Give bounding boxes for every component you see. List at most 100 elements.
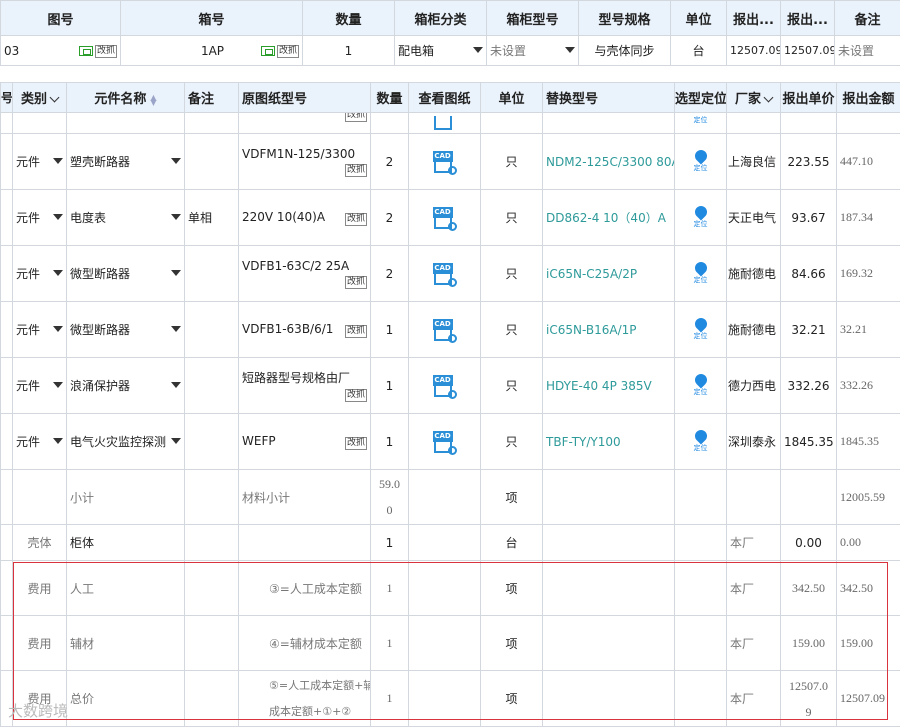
qty-cell[interactable]: 1 bbox=[371, 302, 409, 358]
replace-model-cell[interactable]: HDYE-40 4P 385V bbox=[543, 358, 675, 414]
edit-button[interactable]: 改抓 bbox=[277, 45, 299, 58]
view-drawing-cell[interactable]: CAD bbox=[409, 302, 481, 358]
table-row[interactable]: 元件浪涌保护器短路器型号规格由厂改抓1CAD只HDYE-40 4P 385V定位… bbox=[1, 358, 900, 414]
chevron-down-icon[interactable] bbox=[171, 214, 181, 220]
name-select[interactable]: 电度表 bbox=[67, 190, 185, 246]
name-select[interactable]: 浪涌保护器 bbox=[67, 358, 185, 414]
table-row[interactable]: 元件电度表单相220V 10(40)A改抓2CAD只DD862-4 10（40）… bbox=[1, 190, 900, 246]
remark-cell[interactable] bbox=[185, 246, 239, 302]
locate-icon[interactable]: 定位 bbox=[694, 262, 708, 285]
spec-cell[interactable]: 与壳体同步 bbox=[579, 36, 671, 66]
locate-cell[interactable]: 定位 bbox=[675, 246, 727, 302]
view-drawing-cell[interactable]: CAD bbox=[409, 414, 481, 470]
qty-cell[interactable]: 2 bbox=[371, 190, 409, 246]
name-select[interactable]: 电气火灾监控探测 bbox=[67, 414, 185, 470]
fee-qty[interactable]: 1 bbox=[371, 616, 409, 671]
total-price[interactable]: 12507.09 bbox=[781, 671, 837, 727]
unit-price-cell[interactable]: 1845.35 bbox=[781, 414, 837, 470]
chevron-down-icon[interactable] bbox=[171, 326, 181, 332]
unit-price-cell[interactable]: 223.55 bbox=[781, 134, 837, 190]
replace-model-cell[interactable]: iC65N-C25A/2P bbox=[543, 246, 675, 302]
chevron-down-icon[interactable] bbox=[53, 382, 63, 388]
unit-price-cell[interactable]: 332.26 bbox=[781, 358, 837, 414]
query-icon[interactable] bbox=[261, 46, 275, 56]
edit-button[interactable]: 改抓 bbox=[345, 164, 367, 177]
locate-icon[interactable]: 定位 bbox=[694, 116, 708, 125]
edit-button[interactable]: 改抓 bbox=[345, 213, 367, 226]
view-drawing-cell[interactable]: CAD bbox=[409, 246, 481, 302]
category-select[interactable]: 元件 bbox=[13, 134, 67, 190]
total-row[interactable]: 费用 总价 ⑤=人工成本定额+辅材成本定额+①+② 1 项 本厂 12507.0… bbox=[1, 671, 900, 727]
fee-qty[interactable]: 1 bbox=[371, 561, 409, 616]
table-row[interactable]: 元件塑壳断路器VDFM1N-125/3300改抓2CAD只NDM2-125C/3… bbox=[1, 134, 900, 190]
replace-model-cell[interactable]: DD862-4 10（40）A bbox=[543, 190, 675, 246]
qty-cell[interactable]: 2 bbox=[371, 134, 409, 190]
locate-cell[interactable]: 定位 bbox=[675, 358, 727, 414]
cabinet-row[interactable]: 03 改抓 1AP 改抓 1 配电箱 未设置 与壳体同步 台 12507.09 … bbox=[1, 36, 900, 66]
locate-cell[interactable]: 定位 bbox=[675, 190, 727, 246]
view-drawing-cell[interactable]: CAD bbox=[409, 190, 481, 246]
edit-button[interactable]: 改抓 bbox=[345, 389, 367, 402]
category-select[interactable]: 元件 bbox=[13, 190, 67, 246]
locate-cell[interactable]: 定位 bbox=[675, 302, 727, 358]
query-icon[interactable] bbox=[79, 46, 93, 56]
shell-price[interactable]: 0.00 bbox=[781, 525, 837, 561]
locate-cell[interactable]: 定位 bbox=[675, 134, 727, 190]
shell-row[interactable]: 壳体 柜体 1 台 本厂 0.00 0.00 bbox=[1, 525, 900, 561]
cad-drawing-icon[interactable]: CAD bbox=[433, 261, 457, 287]
chevron-down-icon[interactable] bbox=[53, 438, 63, 444]
qty-cell[interactable]: 1 bbox=[371, 414, 409, 470]
drawing-no-cell[interactable]: 03 改抓 bbox=[1, 36, 121, 66]
locate-icon[interactable]: 定位 bbox=[694, 150, 708, 173]
unit-price-cell[interactable]: 32.21 bbox=[781, 302, 837, 358]
table-row[interactable]: 元件微型断路器VDFB1-63B/6/1改抓1CAD只iC65N-B16A/1P… bbox=[1, 302, 900, 358]
chevron-down-icon[interactable] bbox=[171, 382, 181, 388]
shell-qty[interactable]: 1 bbox=[371, 525, 409, 561]
category-select[interactable]: 元件 bbox=[13, 302, 67, 358]
view-drawing-cell[interactable]: CAD bbox=[409, 358, 481, 414]
fee-row-labor[interactable]: 费用 人工 ③=人工成本定额 1 项 本厂 342.50 342.50 bbox=[1, 561, 900, 616]
col-header-category[interactable]: 类别 bbox=[13, 83, 67, 113]
category-select[interactable]: 元件 bbox=[13, 414, 67, 470]
cad-drawing-icon[interactable]: CAD bbox=[433, 317, 457, 343]
remark-cell[interactable]: 单相 bbox=[185, 190, 239, 246]
cad-drawing-icon[interactable]: CAD bbox=[433, 429, 457, 455]
total-qty[interactable]: 1 bbox=[371, 671, 409, 727]
replace-model-cell[interactable]: iC65N-B16A/1P bbox=[543, 302, 675, 358]
category-select[interactable]: 配电箱 bbox=[395, 36, 487, 66]
chevron-down-icon[interactable] bbox=[171, 270, 181, 276]
replace-model-cell[interactable]: NDM2-125C/3300 80A bbox=[543, 134, 675, 190]
table-row[interactable]: 元件微型断路器VDFB1-63C/2 25A改抓2CAD只iC65N-C25A/… bbox=[1, 246, 900, 302]
unit-price-cell[interactable]: 84.66 bbox=[781, 246, 837, 302]
locate-cell[interactable]: 定位 bbox=[675, 414, 727, 470]
qty-cell[interactable]: 2 bbox=[371, 246, 409, 302]
qty-cell[interactable]: 1 bbox=[371, 358, 409, 414]
cad-drawing-icon[interactable]: CAD bbox=[433, 373, 457, 399]
chevron-down-icon[interactable] bbox=[53, 326, 63, 332]
cad-drawing-icon[interactable]: CAD bbox=[433, 149, 457, 175]
locate-icon[interactable]: 定位 bbox=[694, 430, 708, 453]
chevron-down-icon[interactable] bbox=[171, 158, 181, 164]
remark-input[interactable]: 未设置 bbox=[835, 36, 900, 66]
col-header-name[interactable]: 元件名称▲▼ bbox=[67, 83, 185, 113]
chevron-down-icon[interactable] bbox=[565, 47, 575, 53]
table-row[interactable]: 元件电气火灾监控探测WEFP改抓1CAD只TBF-TY/Y100定位深圳泰永18… bbox=[1, 414, 900, 470]
remark-cell[interactable] bbox=[185, 134, 239, 190]
unit-price-cell[interactable]: 93.67 bbox=[781, 190, 837, 246]
chevron-down-icon[interactable] bbox=[473, 47, 483, 53]
remark-cell[interactable] bbox=[185, 358, 239, 414]
model-select[interactable]: 未设置 bbox=[487, 36, 579, 66]
category-select[interactable]: 元件 bbox=[13, 358, 67, 414]
name-select[interactable]: 微型断路器 bbox=[67, 246, 185, 302]
locate-icon[interactable]: 定位 bbox=[694, 374, 708, 397]
category-select[interactable]: 元件 bbox=[13, 246, 67, 302]
remark-cell[interactable] bbox=[185, 302, 239, 358]
name-select[interactable]: 塑壳断路器 bbox=[67, 134, 185, 190]
fee-price[interactable]: 159.00 bbox=[781, 616, 837, 671]
edit-button[interactable]: 改抓 bbox=[95, 45, 117, 58]
chevron-down-icon[interactable] bbox=[764, 93, 774, 103]
chevron-down-icon[interactable] bbox=[171, 438, 181, 444]
cad-drawing-icon[interactable] bbox=[433, 122, 457, 132]
edit-button[interactable]: 改抓 bbox=[345, 276, 367, 289]
chevron-down-icon[interactable] bbox=[53, 270, 63, 276]
